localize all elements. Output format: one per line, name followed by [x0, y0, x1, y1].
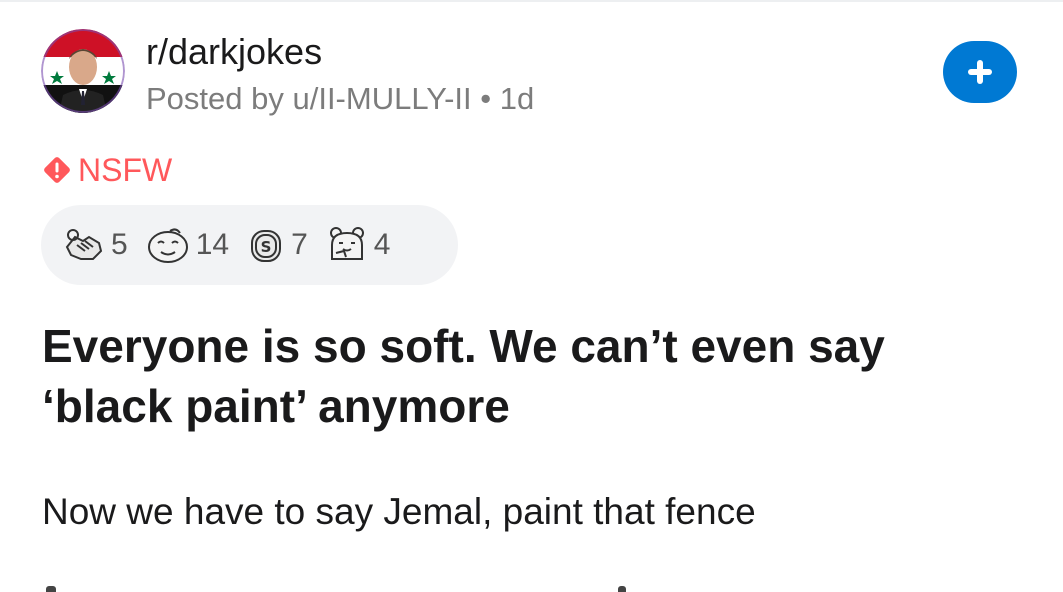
bear-award-icon	[329, 227, 364, 260]
award-count: 5	[111, 228, 128, 261]
award-count: 7	[291, 228, 308, 261]
nsfw-tag: NSFW	[42, 150, 172, 190]
plus-icon	[968, 60, 992, 84]
coin-award-icon: S	[251, 230, 282, 262]
post-title[interactable]: Everyone is so soft. We can’t even say ‘…	[42, 316, 1022, 436]
cut-off-content	[618, 586, 626, 592]
cut-off-content	[46, 586, 56, 592]
post-meta: Posted by u/II-MULLY-II • 1d	[146, 81, 535, 116]
post-body: Now we have to say Jemal, paint that fen…	[42, 491, 756, 532]
nsfw-label: NSFW	[78, 152, 173, 188]
top-divider	[0, 0, 1063, 2]
join-button[interactable]	[943, 41, 1017, 103]
award-handshake[interactable]: 5	[63, 225, 128, 265]
award-count: 4	[373, 228, 391, 261]
award-bear[interactable]: 4	[326, 225, 391, 265]
award-face[interactable]: 14	[146, 225, 229, 265]
face-award-icon	[147, 228, 188, 263]
svg-text:S: S	[261, 238, 272, 256]
nsfw-warning-icon	[44, 157, 70, 183]
subreddit-name[interactable]: r/darkjokes	[146, 30, 322, 74]
awards-bar[interactable]: 5 14 S 7 4	[41, 205, 458, 285]
award-coin[interactable]: S 7	[247, 225, 308, 265]
handshake-award-icon	[65, 229, 103, 260]
subreddit-avatar[interactable]	[41, 29, 125, 113]
award-count: 14	[195, 228, 230, 261]
